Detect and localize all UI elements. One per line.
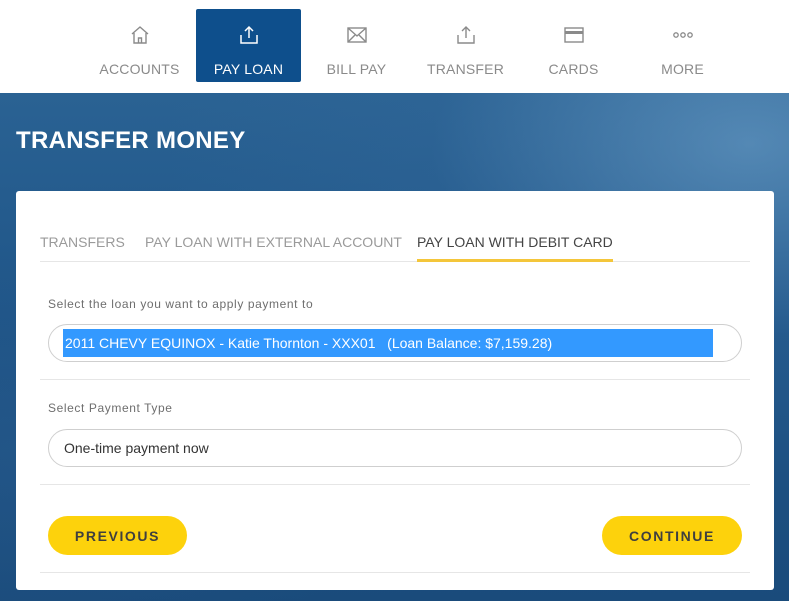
home-icon <box>130 23 150 47</box>
tab-pay-loan-debit-card[interactable]: PAY LOAN WITH DEBIT CARD <box>417 234 613 262</box>
nav-transfer[interactable]: TRANSFER <box>413 9 518 82</box>
divider <box>40 572 750 573</box>
loan-select[interactable]: 2011 CHEVY EQUINOX - Katie Thornton - XX… <box>48 324 742 362</box>
upload-icon <box>455 23 477 47</box>
previous-button[interactable]: PREVIOUS <box>48 516 187 555</box>
tab-pay-loan-external-account[interactable]: PAY LOAN WITH EXTERNAL ACCOUNT <box>145 234 402 261</box>
nav-accounts-label: ACCOUNTS <box>99 61 180 77</box>
nav-pay-loan-label: PAY LOAN <box>213 61 284 77</box>
payment-type-select[interactable]: One-time payment now <box>48 429 742 467</box>
more-dots-icon <box>672 23 694 47</box>
nav-accounts[interactable]: ACCOUNTS <box>87 9 192 82</box>
nav-bill-pay[interactable]: BILL PAY <box>304 9 409 82</box>
payment-type-value: One-time payment now <box>64 440 209 456</box>
page-title: TRANSFER MONEY <box>16 127 246 154</box>
tab-bar: TRANSFERS PAY LOAN WITH EXTERNAL ACCOUNT… <box>40 191 750 262</box>
nav-cards-label: CARDS <box>548 61 599 77</box>
credit-card-icon <box>563 23 585 47</box>
envelope-icon <box>346 23 368 47</box>
transfer-card: TRANSFERS PAY LOAN WITH EXTERNAL ACCOUNT… <box>16 191 774 590</box>
continue-button[interactable]: CONTINUE <box>602 516 742 555</box>
nav-cards[interactable]: CARDS <box>521 9 626 82</box>
nav-more[interactable]: MORE <box>630 9 735 82</box>
nav-transfer-label: TRANSFER <box>426 61 505 77</box>
nav-bill-pay-label: BILL PAY <box>326 61 387 77</box>
tab-transfers[interactable]: TRANSFERS <box>40 234 125 261</box>
loan-select-value: 2011 CHEVY EQUINOX - Katie Thornton - XX… <box>63 329 713 357</box>
nav-more-label: MORE <box>661 61 704 77</box>
nav-pay-loan[interactable]: PAY LOAN <box>196 9 301 82</box>
top-navigation: ACCOUNTS PAY LOAN BILL PAY TRANSFER CARD… <box>0 0 789 93</box>
upload-icon <box>238 23 260 47</box>
divider <box>40 484 750 485</box>
divider <box>40 379 750 380</box>
loan-select-label: Select the loan you want to apply paymen… <box>48 297 314 311</box>
payment-type-label: Select Payment Type <box>48 401 173 415</box>
